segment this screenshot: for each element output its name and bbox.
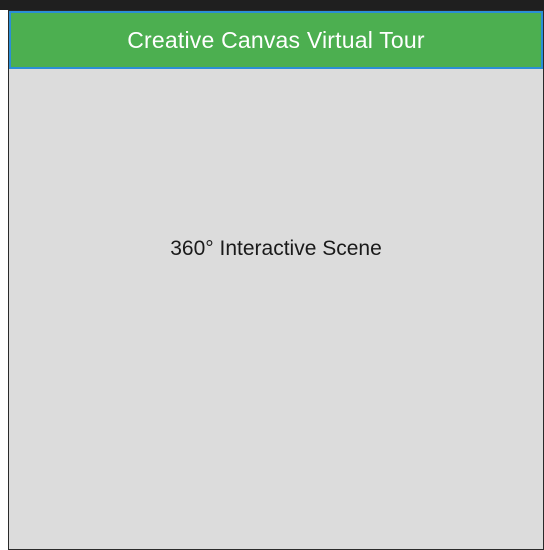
scene-label: 360° Interactive Scene [170,237,382,260]
title-bar: Creative Canvas Virtual Tour [9,11,543,69]
virtual-tour-app: Creative Canvas Virtual Tour 360° Intera… [8,10,544,550]
app-title: Creative Canvas Virtual Tour [127,26,425,53]
interactive-scene-viewport[interactable]: 360° Interactive Scene [9,69,543,549]
window-top-strip [0,0,544,10]
